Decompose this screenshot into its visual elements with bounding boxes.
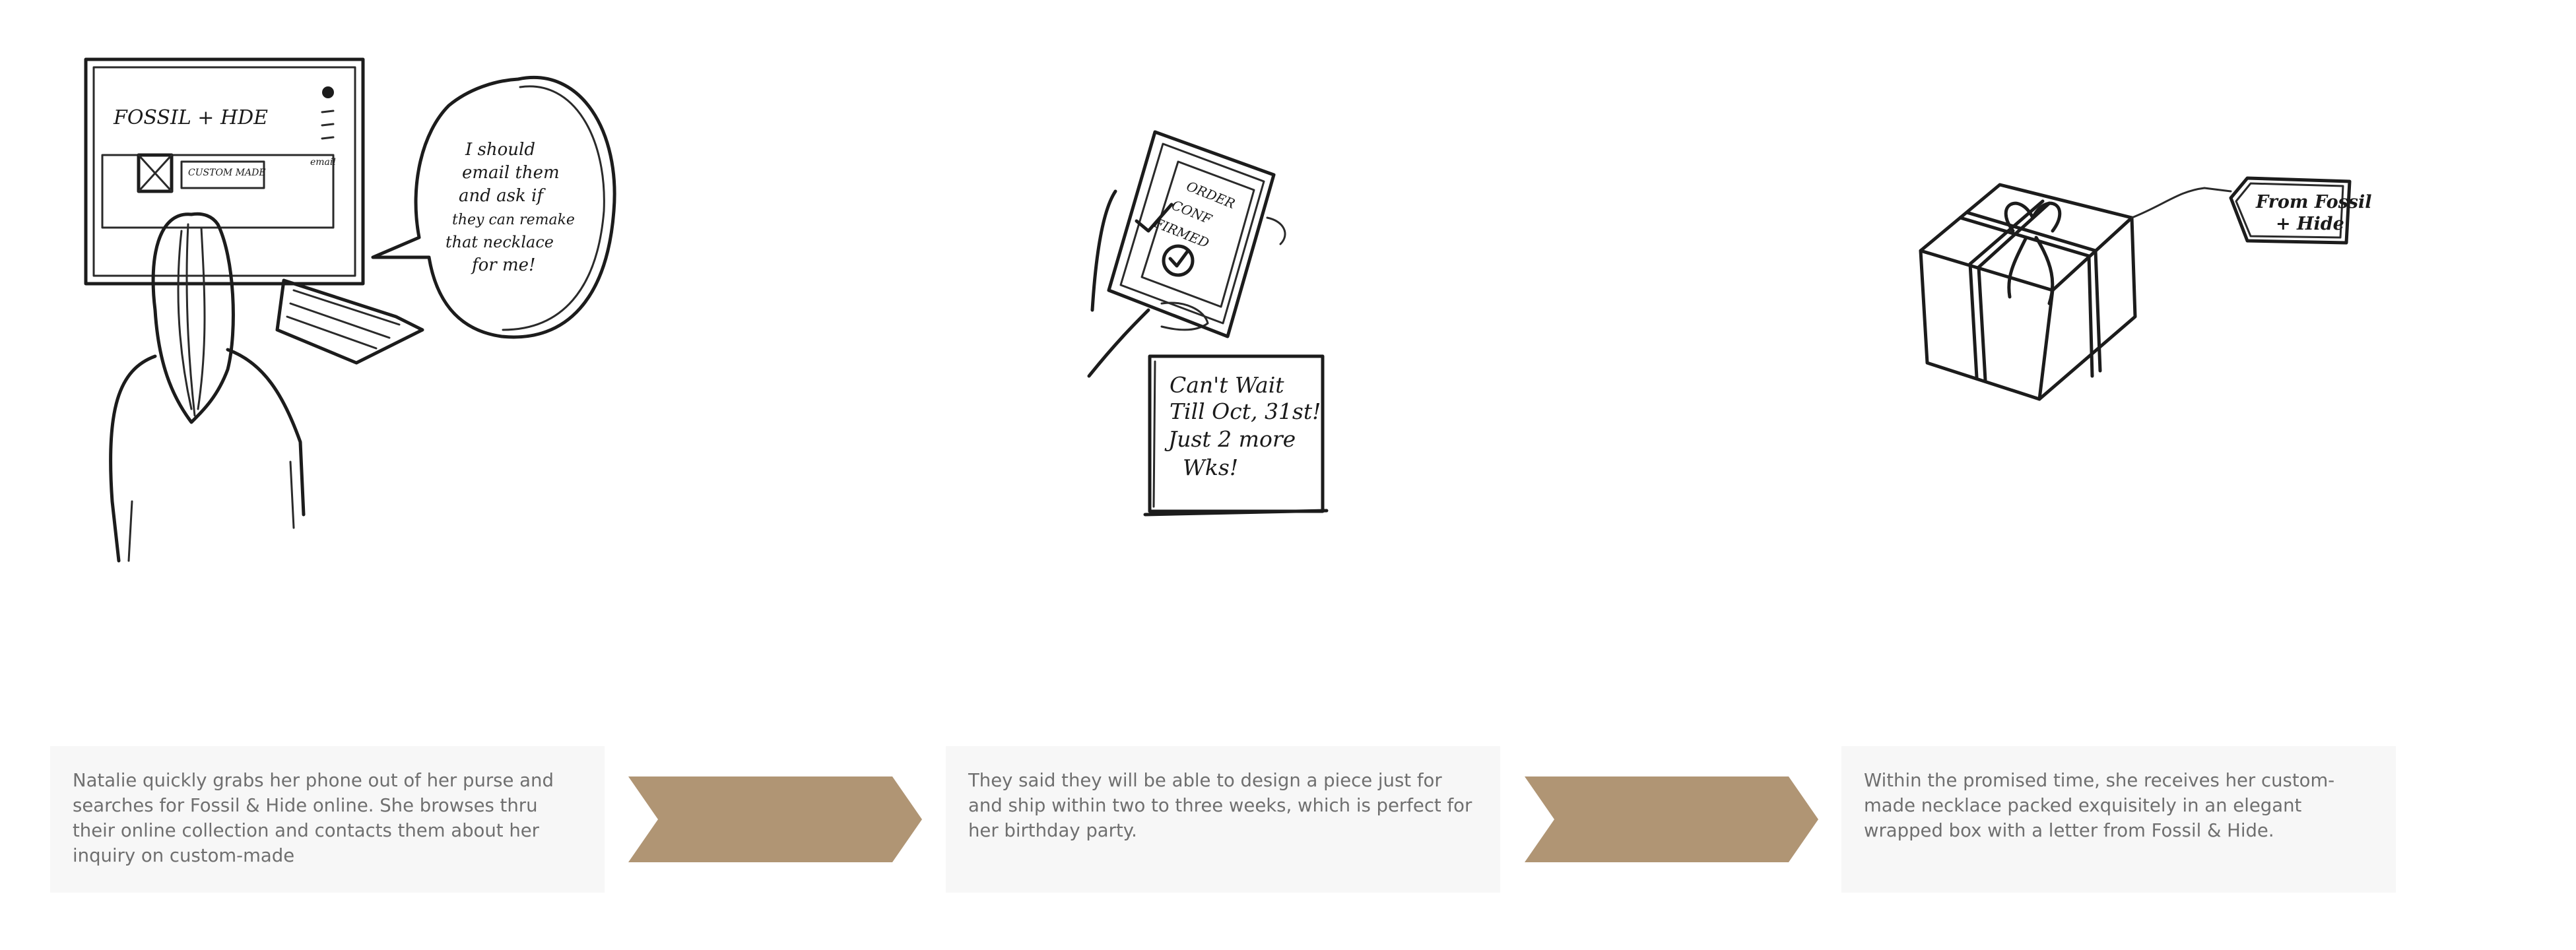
computer-scene-drawing: FOSSIL + HDE CUSTOM MADE email I should … — [84, 57, 616, 563]
caption-card-3: Within the promised time, she receives h… — [1841, 746, 2396, 893]
keyboard-icon — [275, 278, 424, 365]
caption-card-2: They said they will be able to design a … — [946, 746, 1500, 893]
person-icon — [109, 212, 306, 563]
sketch-computer-scene: FOSSIL + HDE CUSTOM MADE email I should … — [40, 40, 634, 567]
gift-scene-drawing: From Fossil + Hide — [1919, 176, 2376, 401]
phone-scene-drawing: ORDER CONF FIRMED Can't Wait Till Oct, 3… — [1087, 130, 1329, 517]
speech-bubble-icon — [371, 76, 616, 339]
sketch-phone-scene: ORDER CONF FIRMED Can't Wait Till Oct, 3… — [1063, 112, 1366, 528]
brand-sketch-text: FOSSIL + HDE — [113, 106, 268, 129]
note-text: Can't Wait Till Oct, 31st! Just 2 more W… — [1164, 372, 1328, 480]
tag-text: From Fossil + Hide — [2255, 192, 2376, 234]
custom-made-sketch-text: CUSTOM MADE — [188, 168, 266, 178]
speech-bubble-text: I should email them and ask if they can … — [446, 140, 580, 275]
caption-text-3: Within the promised time, she receives h… — [1864, 770, 2335, 841]
email-sketch-text: email — [310, 157, 336, 168]
sketch-gift-scene: From Fossil + Hide — [1914, 165, 2376, 409]
chevron-right-icon — [628, 776, 922, 862]
caption-card-1: Natalie quickly grabs her phone out of h… — [50, 746, 605, 893]
chevron-right-icon — [1525, 776, 1818, 862]
tag-string — [2130, 187, 2232, 219]
gift-box-icon — [1919, 183, 2137, 401]
flow-arrow-1 — [628, 776, 922, 862]
flow-arrow-2 — [1525, 776, 1818, 862]
caption-text-1: Natalie quickly grabs her phone out of h… — [73, 770, 554, 866]
caption-text-2: They said they will be able to design a … — [968, 770, 1472, 841]
